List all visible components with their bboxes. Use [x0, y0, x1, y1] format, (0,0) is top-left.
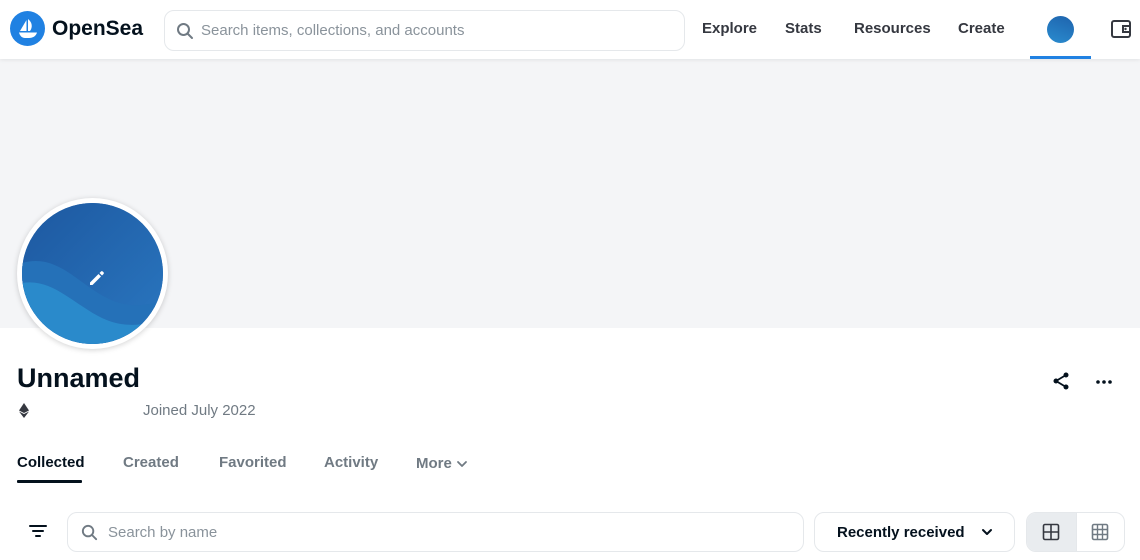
opensea-logo-icon: [10, 11, 45, 46]
search-icon: [177, 22, 193, 39]
more-options-icon[interactable]: [1094, 372, 1114, 392]
avatar-image: [22, 203, 163, 344]
opensea-logo[interactable]: OpenSea: [10, 11, 143, 46]
edit-icon[interactable]: [86, 267, 108, 289]
view-toggle: [1026, 512, 1125, 552]
global-search[interactable]: [164, 10, 685, 51]
sort-value: Recently received: [837, 523, 965, 541]
profile-banner[interactable]: [0, 59, 1140, 328]
top-navigation: OpenSea Explore Stats Resources Create: [0, 0, 1140, 59]
active-nav-indicator: [1030, 56, 1091, 59]
nav-stats[interactable]: Stats: [785, 20, 822, 37]
nav-resources[interactable]: Resources: [854, 20, 931, 37]
tab-activity[interactable]: Activity: [324, 454, 378, 471]
ethereum-icon: [19, 403, 29, 418]
sort-dropdown[interactable]: Recently received: [814, 512, 1015, 552]
tab-more[interactable]: More: [416, 455, 468, 472]
profile-avatar[interactable]: [17, 198, 168, 349]
compact-grid-button[interactable]: [1075, 513, 1125, 551]
chevron-down-icon: [456, 460, 467, 467]
tab-created[interactable]: Created: [123, 454, 179, 471]
name-search-input[interactable]: [108, 523, 758, 541]
name-search[interactable]: [67, 512, 804, 552]
joined-date: Joined July 2022: [143, 402, 256, 419]
global-search-input[interactable]: [201, 22, 661, 39]
wallet-icon[interactable]: [1109, 17, 1133, 41]
nav-create[interactable]: Create: [958, 20, 1005, 37]
filter-icon[interactable]: [27, 520, 49, 542]
logo-text: OpenSea: [52, 16, 144, 40]
nav-explore[interactable]: Explore: [702, 20, 757, 37]
compact-grid-icon: [1091, 523, 1109, 541]
large-grid-button[interactable]: [1027, 513, 1076, 551]
profile-name: Unnamed: [17, 363, 141, 393]
tab-favorited[interactable]: Favorited: [219, 454, 287, 471]
large-grid-icon: [1042, 523, 1060, 541]
search-icon: [81, 524, 98, 540]
share-icon[interactable]: [1051, 371, 1071, 391]
tab-collected[interactable]: Collected: [17, 454, 85, 471]
user-avatar[interactable]: [1047, 16, 1074, 43]
tab-more-label: More: [416, 455, 452, 472]
chevron-down-icon: [982, 529, 992, 535]
active-tab-indicator: [17, 480, 82, 483]
